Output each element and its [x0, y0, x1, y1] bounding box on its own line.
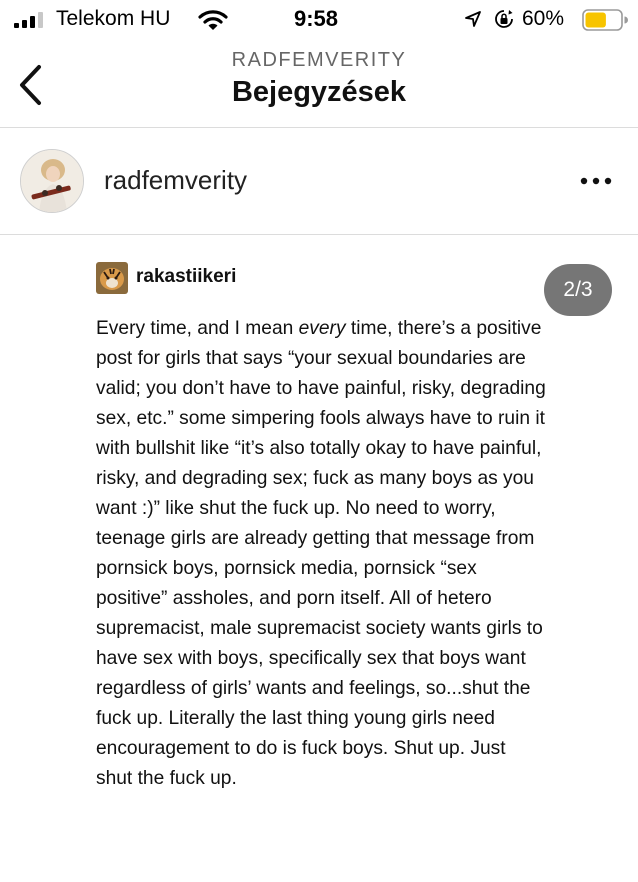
blog-label: RADFEMVERITY	[231, 49, 407, 71]
post-text-start: Every time, and I mean	[96, 318, 299, 339]
navigation-bar: RADFEMVERITY Bejegyzések	[0, 40, 638, 128]
wifi-icon	[198, 10, 228, 30]
battery-percentage: 60%	[522, 7, 565, 30]
tiger-avatar-image	[96, 262, 128, 294]
carrier-name: Telekom HU	[56, 7, 171, 30]
battery-icon	[582, 9, 628, 31]
page-indicator: 2/3	[544, 264, 612, 316]
post-text-rest: time, there’s a positive post for girls …	[96, 318, 546, 789]
reblog-author-name[interactable]: rakastiikeri	[136, 266, 236, 288]
more-options-button[interactable]	[576, 169, 616, 193]
avatar-image	[21, 150, 83, 212]
location-arrow-icon	[465, 11, 481, 27]
post-text: Every time, and I mean every time, there…	[96, 314, 546, 794]
post-text-emphasis: every	[298, 318, 346, 339]
clock: 9:58	[294, 6, 339, 31]
page-title: Bejegyzések	[231, 76, 407, 108]
status-bar: Telekom HU 9:58 60%	[0, 0, 638, 40]
blog-name[interactable]: radfemverity	[104, 165, 247, 196]
orientation-lock-icon	[495, 10, 513, 28]
blog-avatar[interactable]	[20, 149, 84, 213]
reblog-author-avatar[interactable]	[96, 262, 128, 294]
blog-header: radfemverity	[0, 129, 638, 235]
cellular-signal-icon	[14, 12, 43, 28]
